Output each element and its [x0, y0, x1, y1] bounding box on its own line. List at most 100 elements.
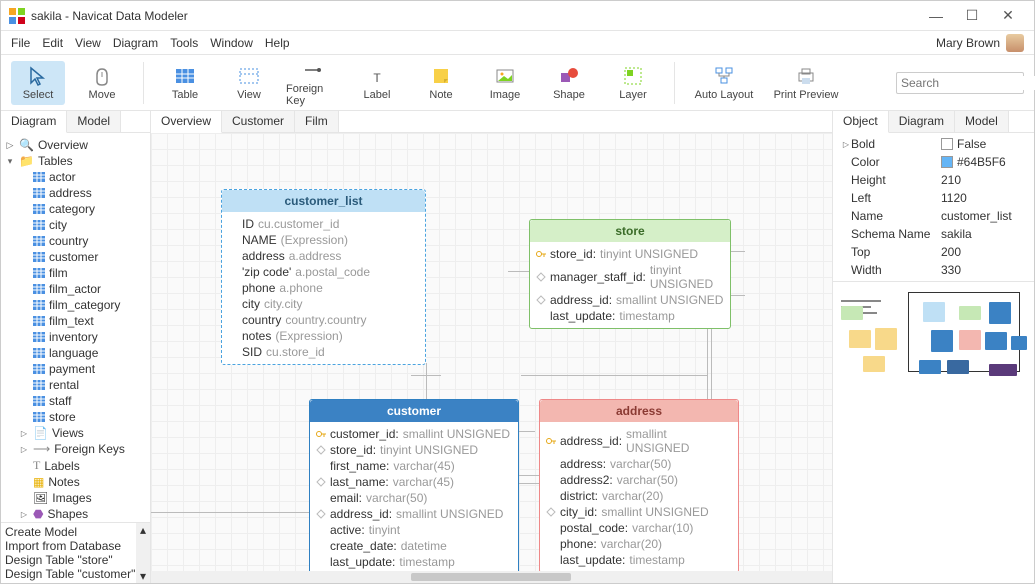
- tree-table-film_actor[interactable]: film_actor: [3, 281, 148, 297]
- column[interactable]: address a.address: [228, 248, 419, 264]
- column[interactable]: last_update: timestamp: [536, 308, 724, 324]
- tree-table-country[interactable]: country: [3, 233, 148, 249]
- color-swatch[interactable]: [941, 156, 953, 168]
- column[interactable]: city_id: smallint UNSIGNED: [546, 504, 732, 520]
- menu-help[interactable]: Help: [265, 36, 290, 50]
- tree-labels[interactable]: TLabels: [3, 457, 148, 474]
- tool-view[interactable]: View: [222, 61, 276, 105]
- tab-model-props[interactable]: Model: [955, 111, 1009, 132]
- tool-move[interactable]: Move: [75, 61, 129, 105]
- menu-window[interactable]: Window: [210, 36, 253, 50]
- tool-note[interactable]: Note: [414, 61, 468, 105]
- avatar[interactable]: [1006, 34, 1024, 52]
- column[interactable]: SID cu.store_id: [228, 344, 419, 360]
- checkbox-icon[interactable]: [941, 138, 953, 150]
- column[interactable]: manager_staff_id: tinyint UNSIGNED: [536, 262, 724, 292]
- tree-table-store[interactable]: store: [3, 409, 148, 425]
- menu-view[interactable]: View: [75, 36, 101, 50]
- tree-tables[interactable]: ▾📁Tables: [3, 153, 148, 169]
- tree-table-actor[interactable]: actor: [3, 169, 148, 185]
- column[interactable]: address2: varchar(50): [546, 472, 732, 488]
- prop-name[interactable]: Namecustomer_list: [841, 207, 1026, 225]
- recent-item[interactable]: Design Table "customer": [5, 567, 146, 581]
- tree-table-customer[interactable]: customer: [3, 249, 148, 265]
- column[interactable]: NAME (Expression): [228, 232, 419, 248]
- tool-label[interactable]: T Label: [350, 61, 404, 105]
- tool-print-preview[interactable]: Print Preview: [769, 61, 843, 105]
- column[interactable]: postal_code: varchar(10): [546, 520, 732, 536]
- column[interactable]: ID cu.customer_id: [228, 216, 419, 232]
- entity-store[interactable]: store store_id: tinyint UNSIGNEDmanager_…: [529, 219, 731, 329]
- column[interactable]: email: varchar(50): [316, 490, 512, 506]
- column[interactable]: phone: varchar(20): [546, 536, 732, 552]
- tree-views[interactable]: ▷📄Views: [3, 425, 148, 441]
- tab-object[interactable]: Object: [833, 111, 889, 133]
- column[interactable]: active: tinyint: [316, 522, 512, 538]
- tree-overview[interactable]: ▷🔍Overview: [3, 137, 148, 153]
- column[interactable]: last_update: timestamp: [546, 552, 732, 568]
- object-tree[interactable]: ▷🔍Overview ▾📁Tables actoraddresscategory…: [1, 133, 150, 522]
- tab-diagram[interactable]: Diagram: [1, 111, 67, 133]
- tab-diagram-props[interactable]: Diagram: [889, 111, 955, 132]
- search-box[interactable]: [896, 72, 1024, 94]
- tree-table-staff[interactable]: staff: [3, 393, 148, 409]
- column[interactable]: last_name: varchar(45): [316, 474, 512, 490]
- column[interactable]: 'zip code' a.postal_code: [228, 264, 419, 280]
- column[interactable]: customer_id: smallint UNSIGNED: [316, 426, 512, 442]
- tree-notes[interactable]: ▦Notes: [3, 474, 148, 490]
- recent-scrollbar[interactable]: ▴▾: [136, 523, 150, 583]
- column[interactable]: phone a.phone: [228, 280, 419, 296]
- tool-foreign-key[interactable]: Foreign Key: [286, 55, 340, 111]
- tool-image[interactable]: Image: [478, 61, 532, 105]
- tree-table-category[interactable]: category: [3, 201, 148, 217]
- tree-foreign-keys[interactable]: ▷⟶Foreign Keys: [3, 441, 148, 457]
- tree-table-film_text[interactable]: film_text: [3, 313, 148, 329]
- tab-customer[interactable]: Customer: [222, 111, 295, 132]
- prop-height[interactable]: Height210: [841, 171, 1026, 189]
- column[interactable]: address: varchar(50): [546, 456, 732, 472]
- tree-table-rental[interactable]: rental: [3, 377, 148, 393]
- prop-color[interactable]: Color#64B5F6: [841, 153, 1026, 171]
- column[interactable]: city city.city: [228, 296, 419, 312]
- search-input[interactable]: [901, 76, 1035, 90]
- tool-layer[interactable]: Layer: [606, 61, 660, 105]
- prop-schema[interactable]: Schema Namesakila: [841, 225, 1026, 243]
- diagram-canvas[interactable]: customer_list ID cu.customer_idNAME (Exp…: [151, 133, 832, 571]
- tool-table[interactable]: Table: [158, 61, 212, 105]
- column[interactable]: address_id: smallint UNSIGNED: [316, 506, 512, 522]
- recent-item[interactable]: Design Table "store": [5, 553, 146, 567]
- tree-images[interactable]: 🖼Images: [3, 490, 148, 506]
- column[interactable]: last_update: timestamp: [316, 554, 512, 570]
- column[interactable]: country country.country: [228, 312, 419, 328]
- recent-item[interactable]: Import from Database: [5, 539, 146, 553]
- column[interactable]: first_name: varchar(45): [316, 458, 512, 474]
- column[interactable]: notes (Expression): [228, 328, 419, 344]
- prop-left[interactable]: Left1120: [841, 189, 1026, 207]
- prop-top[interactable]: Top200: [841, 243, 1026, 261]
- overview-map[interactable]: [833, 281, 1034, 583]
- tab-overview[interactable]: Overview: [151, 111, 222, 133]
- menu-edit[interactable]: Edit: [42, 36, 63, 50]
- tool-auto-layout[interactable]: Auto Layout: [689, 61, 759, 105]
- column[interactable]: address_id: smallint UNSIGNED: [536, 292, 724, 308]
- tree-table-inventory[interactable]: inventory: [3, 329, 148, 345]
- tree-table-city[interactable]: city: [3, 217, 148, 233]
- tab-film[interactable]: Film: [295, 111, 339, 132]
- tree-table-film[interactable]: film: [3, 265, 148, 281]
- entity-customer-list[interactable]: customer_list ID cu.customer_idNAME (Exp…: [221, 189, 426, 365]
- close-button[interactable]: ✕: [990, 2, 1026, 30]
- recent-item[interactable]: Create Model: [5, 525, 146, 539]
- tree-table-payment[interactable]: payment: [3, 361, 148, 377]
- minimize-button[interactable]: —: [918, 2, 954, 30]
- entity-customer[interactable]: customer customer_id: smallint UNSIGNEDs…: [309, 399, 519, 571]
- column[interactable]: create_date: datetime: [316, 538, 512, 554]
- tree-table-address[interactable]: address: [3, 185, 148, 201]
- horizontal-scrollbar[interactable]: [151, 571, 832, 583]
- column[interactable]: store_id: tinyint UNSIGNED: [316, 442, 512, 458]
- maximize-button[interactable]: ☐: [954, 2, 990, 30]
- prop-bold[interactable]: ▷BoldFalse: [841, 135, 1026, 153]
- tool-shape[interactable]: Shape: [542, 61, 596, 105]
- tree-table-film_category[interactable]: film_category: [3, 297, 148, 313]
- tree-table-language[interactable]: language: [3, 345, 148, 361]
- user-name[interactable]: Mary Brown: [936, 36, 1000, 50]
